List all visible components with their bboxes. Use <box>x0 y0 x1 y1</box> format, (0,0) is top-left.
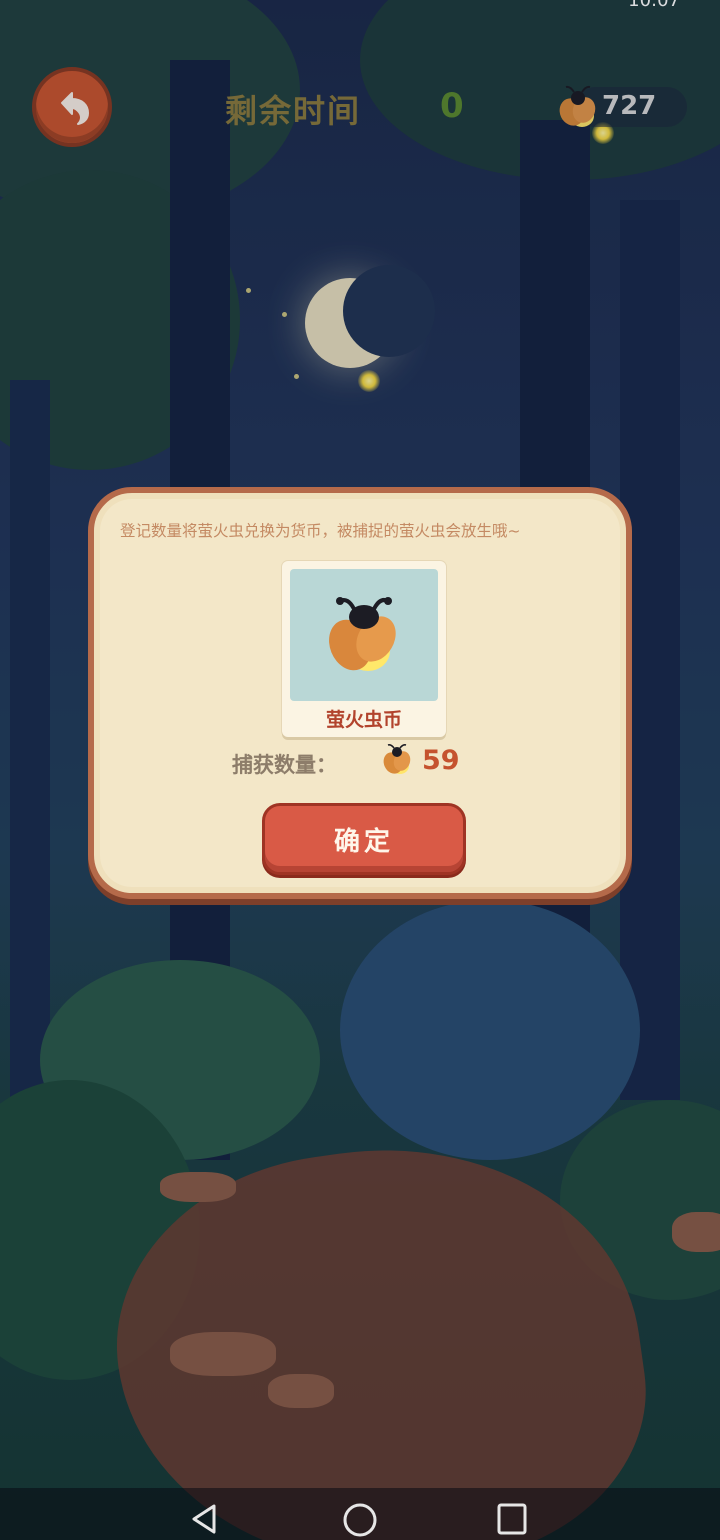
count-label: 捕获数量： <box>232 753 337 777</box>
currency-card-image <box>290 569 438 701</box>
exchange-dialog: 登记数量将萤火虫兑换为货币，被捕捉的萤火虫会放生哦~ 萤火虫币 捕获数量： 59 <box>88 487 632 899</box>
recents-square-icon[interactable] <box>496 1502 528 1536</box>
firefly-small-icon <box>383 744 411 774</box>
confirm-button[interactable]: 确定 <box>262 803 466 875</box>
dialog-message: 登记数量将萤火虫兑换为货币，被捕捉的萤火虫会放生哦~ <box>120 522 521 540</box>
count-value: 59 <box>422 745 460 776</box>
system-nav-bar <box>0 1488 720 1540</box>
currency-card: 萤火虫币 <box>282 561 446 737</box>
home-circle-icon[interactable] <box>342 1502 378 1538</box>
firefly-icon <box>329 597 396 671</box>
card-label: 萤火虫币 <box>325 709 402 731</box>
back-triangle-icon[interactable] <box>188 1502 222 1536</box>
